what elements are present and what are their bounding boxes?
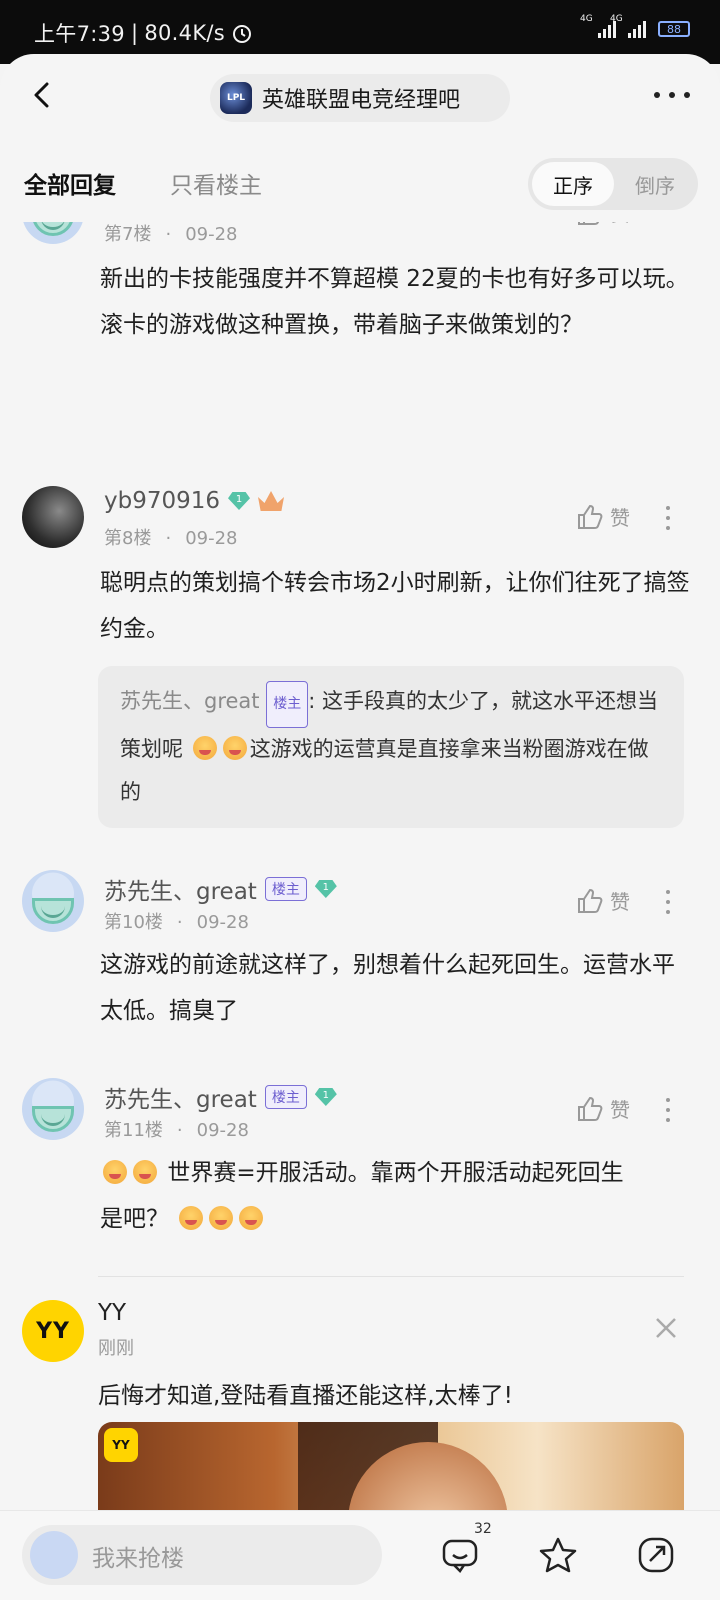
order-asc-button[interactable]: 正序	[532, 162, 614, 206]
reply-placeholder: 我来抢楼	[92, 1546, 184, 1572]
post-meta: 第10楼 · 09-28	[104, 912, 249, 933]
forum-logo: LPL	[220, 82, 252, 114]
order-desc-button[interactable]: 倒序	[616, 162, 694, 206]
ad-image-logo: YY	[104, 1428, 138, 1462]
tab-op-only[interactable]: 只看楼主	[170, 166, 262, 200]
ad-name: YY	[98, 1300, 127, 1326]
emoji-icon	[192, 736, 217, 760]
thread-sheet: LPL 英雄联盟电竞经理吧 全部回复 只看楼主 正序 倒序 第7楼 · 09-28 …	[0, 54, 720, 1600]
thumbs-up-icon	[578, 222, 599, 225]
like-button[interactable]: 赞	[576, 222, 630, 227]
divider	[98, 1276, 684, 1277]
close-icon[interactable]	[654, 1316, 678, 1340]
level-gem-icon: 1	[228, 492, 251, 510]
emoji-icon	[209, 1206, 234, 1230]
ad-time: 刚刚	[98, 1338, 134, 1359]
battery-icon: 88	[658, 21, 690, 37]
my-avatar	[30, 1531, 78, 1579]
username[interactable]: 苏先生、great 楼主 1	[104, 1080, 337, 1114]
avatar[interactable]	[22, 222, 84, 244]
order-toggle: 正序 倒序	[528, 158, 698, 210]
post-more-icon[interactable]	[666, 890, 670, 914]
ad-logo[interactable]: YY	[22, 1300, 84, 1362]
emoji-icon	[133, 1160, 157, 1184]
star-icon[interactable]	[538, 1535, 578, 1575]
reply-feed[interactable]: 第7楼·09-28 赞 新出的卡技能强度并不算超模 22夏的卡也有好多可以玩。滚…	[0, 222, 720, 1564]
like-button[interactable]: 赞	[576, 1094, 630, 1123]
comment-count: 32	[474, 1521, 492, 1537]
back-arrow-icon[interactable]	[30, 82, 56, 108]
op-badge: 楼主	[264, 1085, 307, 1109]
post-content: 世界赛=开服活动。靠两个开服活动起死回生 是吧？	[100, 1160, 624, 1232]
bottom-bar: 我来抢楼 32	[0, 1510, 720, 1600]
sub-reply-quote[interactable]: 苏先生、great 楼主: 这手段真的太少了，就这水平还想当策划呢 这游戏的运营…	[98, 666, 684, 828]
like-button[interactable]: 赞	[576, 886, 630, 915]
crown-icon	[258, 491, 285, 511]
avatar[interactable]	[22, 870, 84, 932]
post-more-icon[interactable]	[666, 506, 670, 530]
emoji-icon	[179, 1206, 204, 1230]
op-badge: 楼主	[266, 681, 309, 728]
signal-icon-2: 4G	[610, 14, 646, 38]
ad-text: 后悔才知道,登陆看直播还能这样,太棒了!	[98, 1383, 513, 1409]
post-more-icon[interactable]	[666, 1098, 670, 1122]
thumbs-up-icon	[578, 888, 603, 913]
post-content: 新出的卡技能强度并不算超模 22夏的卡也有好多可以玩。滚卡的游戏做这种置换，带着…	[100, 266, 689, 338]
top-bar: LPL 英雄联盟电竞经理吧	[0, 54, 720, 140]
alarm-icon	[233, 25, 252, 43]
thumbs-up-icon	[578, 504, 603, 529]
post-meta: 第11楼 · 09-28	[104, 1120, 249, 1141]
post-meta: 第8楼 · 09-28	[104, 528, 238, 549]
thumbs-up-icon	[578, 1096, 603, 1121]
like-button[interactable]: 赞	[576, 502, 630, 531]
comment-icon[interactable]	[440, 1535, 480, 1575]
status-left: 上午7:39 | 80.4K/s	[34, 18, 253, 48]
avatar[interactable]	[22, 486, 84, 548]
emoji-icon	[222, 736, 247, 760]
forum-pill[interactable]: LPL 英雄联盟电竞经理吧	[210, 74, 510, 122]
op-badge: 楼主	[264, 877, 307, 901]
forum-name: 英雄联盟电竞经理吧	[262, 88, 461, 113]
avatar[interactable]	[22, 1078, 84, 1140]
post-content: 这游戏的前途就这样了，别想着什么起死回生。运营水平太低。搞臭了	[100, 952, 675, 1024]
tab-all-replies[interactable]: 全部回复	[24, 166, 116, 200]
emoji-icon	[239, 1206, 264, 1230]
status-speed: 80.4K/s	[144, 21, 226, 45]
post-content: 聪明点的策划搞个转会市场2小时刷新，让你们往死了搞签约金。	[100, 570, 690, 642]
status-right: 4G 4G 88	[580, 14, 690, 38]
post-meta: 第7楼 · 09-28	[104, 224, 238, 245]
share-icon[interactable]	[636, 1535, 676, 1575]
level-gem-icon: 1	[314, 880, 337, 898]
username[interactable]: 苏先生、great 楼主 1	[104, 872, 337, 906]
emoji-icon	[103, 1160, 127, 1184]
reply-input[interactable]: 我来抢楼	[22, 1525, 382, 1585]
status-time: 上午7:39	[34, 22, 125, 46]
level-gem-icon: 1	[314, 1088, 337, 1106]
username[interactable]: yb970916 1	[104, 488, 285, 514]
more-icon[interactable]	[654, 92, 690, 98]
